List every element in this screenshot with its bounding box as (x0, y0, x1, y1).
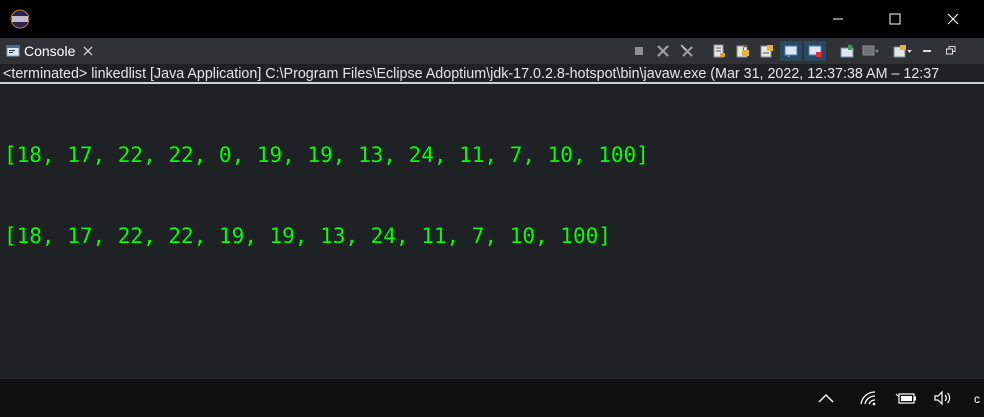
terminate-button[interactable] (628, 41, 650, 61)
maximize-button[interactable] (866, 0, 923, 38)
close-icon (947, 13, 958, 25)
show-hidden-icons-button[interactable] (815, 388, 837, 408)
word-wrap-icon (760, 45, 773, 58)
display-console-icon (862, 45, 879, 56)
view-maximize-button[interactable] (940, 41, 962, 61)
output-line: [18, 17, 22, 22, 19, 19, 13, 24, 11, 7, … (4, 224, 611, 248)
eclipse-logo-icon (10, 9, 30, 29)
stop-icon (635, 47, 643, 55)
clear-console-icon (713, 44, 725, 58)
battery-tray-button[interactable] (895, 388, 917, 408)
clock-text[interactable]: c (974, 392, 980, 406)
view-minimize-button[interactable] (916, 41, 938, 61)
view-minimize-icon (923, 50, 931, 52)
wifi-icon (860, 391, 876, 406)
remove-launch-icon (657, 45, 669, 57)
word-wrap-button[interactable] (756, 41, 778, 61)
minimize-button[interactable] (809, 0, 866, 38)
output-line: [18, 17, 22, 22, 0, 19, 19, 13, 24, 11, … (4, 143, 649, 167)
maximize-icon (889, 13, 900, 25)
remove-launch-button[interactable] (652, 41, 674, 61)
console-output[interactable]: [18, 17, 22, 22, 0, 19, 19, 13, 24, 11, … (4, 88, 649, 304)
show-console-on-error-button[interactable] (804, 41, 826, 61)
chevron-up-icon (818, 394, 834, 403)
remove-all-icon (680, 44, 693, 57)
network-tray-button[interactable] (857, 388, 879, 408)
console-toolbar (628, 40, 964, 62)
close-button[interactable] (924, 0, 981, 38)
console-icon (6, 45, 20, 57)
taskbar: c (0, 379, 984, 417)
volume-tray-button[interactable] (932, 388, 954, 408)
pin-console-button[interactable] (836, 41, 858, 61)
clear-console-button[interactable] (708, 41, 730, 61)
view-tab-bar: Console (0, 38, 984, 64)
tab-console[interactable]: Console (0, 38, 103, 64)
show-console-output-icon (784, 45, 798, 57)
volume-icon (934, 390, 951, 406)
title-bar[interactable] (0, 0, 984, 38)
process-description: <terminated> linkedlist [Java Applicatio… (0, 64, 984, 84)
tab-close-icon[interactable] (83, 46, 93, 56)
open-console-icon (893, 45, 912, 58)
battery-icon (895, 393, 916, 404)
open-console-button[interactable] (892, 41, 914, 61)
minimize-icon (832, 18, 843, 20)
pin-console-icon (840, 45, 854, 58)
scroll-lock-icon (736, 45, 749, 58)
display-selected-console-button[interactable] (860, 41, 882, 61)
scroll-lock-button[interactable] (732, 41, 754, 61)
remove-all-terminated-button[interactable] (676, 41, 698, 61)
tab-console-label: Console (24, 43, 76, 59)
view-restore-icon (946, 46, 956, 55)
eclipse-window: Console <terminated> linkedlist [Java Ap… (0, 0, 984, 379)
show-console-on-output-button[interactable] (780, 41, 802, 61)
show-console-error-icon (808, 45, 822, 57)
